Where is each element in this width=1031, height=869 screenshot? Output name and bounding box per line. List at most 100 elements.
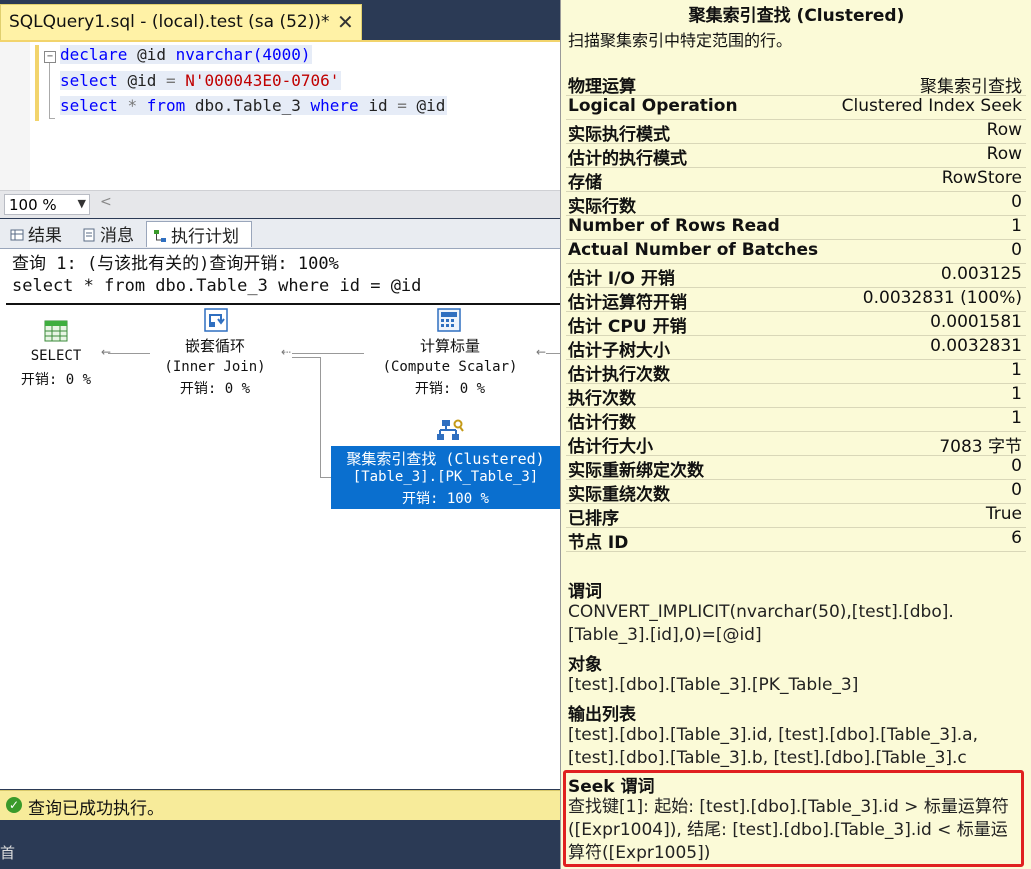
property-row: 实际执行模式 Row xyxy=(566,120,1026,145)
property-value: RowStore xyxy=(941,168,1022,188)
identifier: @id xyxy=(416,96,446,115)
property-name: 物理运算 xyxy=(568,77,636,97)
property-row: 实际重新绑定次数 0 xyxy=(566,456,1026,481)
property-name: 估计行数 xyxy=(568,413,636,433)
arrowhead-icon: ⇠ xyxy=(281,345,292,359)
property-value: 0.0032831 (100%) xyxy=(862,288,1022,308)
index-seek-node-detail: [Table_3].[PK_Table_3] xyxy=(352,469,539,485)
output-list-title: 输出列表 xyxy=(568,705,636,725)
nested-loops-node-cost: 开销: 0 % xyxy=(179,381,251,397)
property-value: 0 xyxy=(1011,192,1022,212)
change-indicator xyxy=(35,45,39,121)
identifier: dbo.Table_3 xyxy=(194,96,301,115)
property-name: 估计子树大小 xyxy=(568,341,670,361)
nested-loops-node-detail: (Inner Join) xyxy=(164,359,266,375)
document-tab[interactable]: SQLQuery1.sql - (local).test (sa (52))* … xyxy=(0,4,362,40)
tooltip-title: 聚集索引查找 (Clustered) xyxy=(688,6,905,26)
property-name: Number of Rows Read xyxy=(568,216,780,236)
property-row: 估计执行次数 1 xyxy=(566,360,1026,385)
object-text: [test].[dbo].[Table_3].[PK_Table_3] xyxy=(568,675,859,695)
arrowhead-icon: ← xyxy=(101,345,112,359)
keyword: select xyxy=(60,96,118,115)
tab-messages[interactable]: 消息 xyxy=(76,221,146,247)
tab-execution-plan-label: 执行计划 xyxy=(171,227,239,247)
compute-scalar-node-cost: 开销: 0 % xyxy=(414,381,486,397)
execution-plan-pane[interactable]: 查询 1: (与该批有关的)查询开销: 100% select * from d… xyxy=(0,249,560,789)
success-check-icon: ✓ xyxy=(6,797,22,813)
property-value: 0 xyxy=(1011,456,1022,476)
tab-results[interactable]: 结果 xyxy=(4,221,74,247)
plan-arrow xyxy=(292,357,320,358)
output-list-text: [test].[dbo].[Table_3].id, [test].[dbo].… xyxy=(568,725,978,768)
property-row: 估计 CPU 开销 0.0001581 xyxy=(566,312,1026,337)
plan-arrow xyxy=(292,353,364,354)
string-literal: N'000043E0-0706' xyxy=(185,71,340,90)
code-line-1: declare @id nvarchar(4000) xyxy=(60,45,313,64)
keyword: where xyxy=(310,96,359,115)
property-row: 估计运算符开销 0.0032831 (100%) xyxy=(566,288,1026,313)
nested-loops-node-name: 嵌套循环 xyxy=(184,337,245,355)
scroll-left-icon[interactable]: < xyxy=(100,194,112,210)
property-row: 估计行数 1 xyxy=(566,408,1026,433)
property-value: 6 xyxy=(1011,528,1022,548)
operator-tooltip: 聚集索引查找 (Clustered) 扫描聚集索引中特定范围的行。 物理运算 聚集… xyxy=(560,0,1031,869)
property-value: True xyxy=(985,504,1022,524)
property-value: 0.003125 xyxy=(940,264,1022,284)
compute-scalar-icon[interactable] xyxy=(437,308,461,332)
close-icon[interactable]: ✕ xyxy=(337,10,354,34)
zoom-bar: 100 % ▼ < xyxy=(0,190,560,218)
chevron-down-icon[interactable]: ▼ xyxy=(78,197,86,210)
property-value: Row xyxy=(986,144,1022,164)
plan-arrow xyxy=(320,357,321,477)
clustered-index-seek-icon[interactable] xyxy=(436,418,464,442)
property-name: 估计 CPU 开销 xyxy=(568,317,687,337)
property-value: Row xyxy=(986,120,1022,140)
property-name: 估计 I/O 开销 xyxy=(568,269,675,289)
nested-loops-icon[interactable] xyxy=(204,308,228,332)
property-value: 0.0001581 xyxy=(930,312,1022,332)
tab-execution-plan[interactable]: 执行计划 xyxy=(146,221,252,247)
property-row: 估计 I/O 开销 0.003125 xyxy=(566,264,1026,289)
select-node-cost: 开销: 0 % xyxy=(20,372,92,388)
tab-messages-label: 消息 xyxy=(100,226,134,246)
tooltip-description: 扫描聚集索引中特定范围的行。 xyxy=(568,31,793,50)
operator: * xyxy=(127,96,138,115)
grid-icon xyxy=(10,229,24,241)
seek-predicate-highlight xyxy=(563,770,1024,867)
property-row: 存储 RowStore xyxy=(566,168,1026,193)
property-row: 估计行大小 7083 字节 xyxy=(566,432,1026,457)
compute-scalar-node-detail: (Compute Scalar) xyxy=(382,359,518,375)
select-result-icon[interactable] xyxy=(44,320,68,342)
property-value: 1 xyxy=(1011,360,1022,380)
select-node-name: SELECT xyxy=(30,348,82,364)
bottom-status-glyph: 首 xyxy=(0,844,16,862)
property-name: Actual Number of Batches xyxy=(568,240,819,260)
property-name: 存储 xyxy=(568,173,602,193)
property-name: 实际重绕次数 xyxy=(568,485,670,505)
property-value: 1 xyxy=(1011,384,1022,404)
status-bar: ✓ 查询已成功执行。 xyxy=(0,790,560,820)
property-name: Logical Operation xyxy=(568,96,738,116)
query-cost-header: 查询 1: (与该批有关的)查询开销: 100% xyxy=(12,254,339,274)
identifier: id xyxy=(368,96,388,115)
collapse-icon[interactable]: − xyxy=(44,51,56,63)
outline-end xyxy=(49,118,55,119)
plan-arrow xyxy=(108,353,150,354)
editor-gutter xyxy=(0,42,30,190)
property-value: 聚集索引查找 xyxy=(920,77,1022,97)
sql-editor[interactable]: − declare @id nvarchar(4000) select @id … xyxy=(0,40,560,190)
query-text-header: select * from dbo.Table_3 where id = @id xyxy=(12,276,422,296)
property-row: 实际行数 0 xyxy=(566,192,1026,217)
clustered-index-seek-node[interactable]: 聚集索引查找 (Clustered) [Table_3].[PK_Table_3… xyxy=(331,446,560,509)
zoom-select[interactable]: 100 % ▼ xyxy=(4,194,90,215)
outline-line xyxy=(49,63,50,118)
property-name: 估计运算符开销 xyxy=(568,293,687,313)
operator: = xyxy=(397,96,407,115)
identifier: @id xyxy=(137,45,166,64)
property-value: 0.0032831 xyxy=(930,336,1022,356)
keyword: from xyxy=(146,96,186,115)
plan-arrow xyxy=(546,353,560,354)
property-name: 估计的执行模式 xyxy=(568,149,687,169)
property-row: 节点 ID 6 xyxy=(566,528,1026,553)
code-line-3: select * from dbo.Table_3 where id = @id xyxy=(60,96,448,115)
